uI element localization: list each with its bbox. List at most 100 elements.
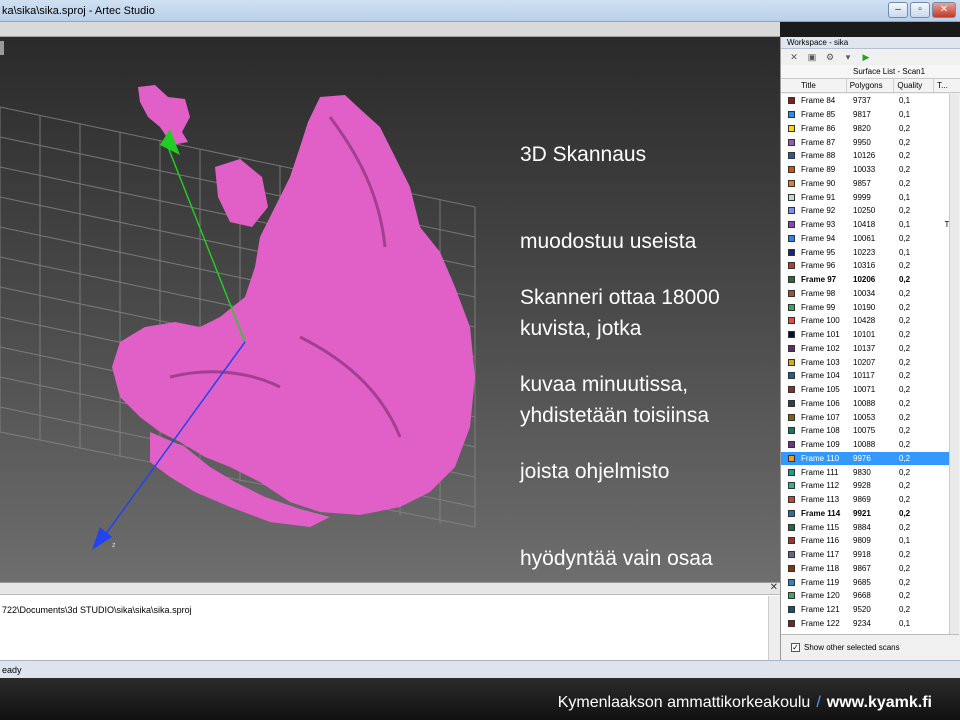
settings-icon[interactable]: ⚙	[823, 51, 837, 63]
minimize-button[interactable]: –	[888, 2, 908, 18]
list-item[interactable]: Frame 109 10088 0,2	[781, 438, 959, 452]
delete-icon[interactable]: ✕	[787, 51, 801, 63]
list-item[interactable]: Frame 84 9737 0,1	[781, 94, 959, 108]
list-item[interactable]: Frame 121 9520 0,2	[781, 603, 959, 617]
color-swatch[interactable]	[788, 399, 795, 407]
list-item[interactable]: Frame 103 10207 0,2	[781, 355, 959, 369]
color-swatch[interactable]	[788, 358, 795, 366]
list-item[interactable]: Frame 116 9809 0,1	[781, 534, 959, 548]
list-item[interactable]: Frame 106 10088 0,2	[781, 397, 959, 411]
color-swatch[interactable]	[788, 427, 795, 435]
frame-quality: 0,1	[899, 220, 911, 230]
column-title[interactable]: Title	[781, 79, 847, 92]
color-swatch[interactable]	[788, 496, 795, 504]
list-item[interactable]: Frame 85 9817 0,1	[781, 108, 959, 122]
list-item[interactable]: Frame 111 9830 0,2	[781, 465, 959, 479]
list-item[interactable]: Frame 88 10126 0,2	[781, 149, 959, 163]
list-item[interactable]: Frame 96 10316 0,2	[781, 259, 959, 273]
list-item[interactable]: Frame 97 10206 0,2	[781, 273, 959, 287]
list-item[interactable]: Frame 86 9820 0,2	[781, 122, 959, 136]
list-item[interactable]: Frame 108 10075 0,2	[781, 424, 959, 438]
surface-list[interactable]: Frame 84 9737 0,1 Frame 85 9817 0,1 Frame 86 98…	[781, 94, 959, 634]
color-swatch[interactable]	[788, 454, 795, 462]
list-item[interactable]: Frame 92 10250 0,2	[781, 204, 959, 218]
console-close-icon[interactable]: ✕	[770, 582, 778, 593]
color-swatch[interactable]	[788, 578, 795, 586]
color-swatch[interactable]	[788, 413, 795, 421]
color-swatch[interactable]	[788, 124, 795, 132]
list-item[interactable]: Frame 107 10053 0,2	[781, 410, 959, 424]
surface-list-scrollbar[interactable]	[949, 94, 959, 634]
list-item[interactable]: Frame 101 10101 0,2	[781, 328, 959, 342]
maximize-button[interactable]: ▫	[910, 2, 930, 18]
color-swatch[interactable]	[788, 317, 795, 325]
list-item[interactable]: Frame 90 9857 0,2	[781, 177, 959, 191]
close-button[interactable]: ✕	[932, 2, 956, 18]
column-quality[interactable]: Quality	[894, 79, 935, 92]
color-swatch[interactable]	[788, 207, 795, 215]
color-swatch[interactable]	[788, 138, 795, 146]
save-icon[interactable]: ▣	[805, 51, 819, 63]
color-swatch[interactable]	[788, 509, 795, 517]
color-swatch[interactable]	[788, 523, 795, 531]
list-item[interactable]: Frame 98 10034 0,2	[781, 287, 959, 301]
color-swatch[interactable]	[788, 606, 795, 614]
color-swatch[interactable]	[788, 331, 795, 339]
list-item[interactable]: Frame 122 9234 0,1	[781, 617, 959, 631]
list-item[interactable]: Frame 112 9928 0,2	[781, 479, 959, 493]
color-swatch[interactable]	[788, 248, 795, 256]
color-swatch[interactable]	[788, 482, 795, 490]
list-item[interactable]: Frame 99 10190 0,2	[781, 300, 959, 314]
list-item[interactable]: Frame 119 9685 0,2	[781, 575, 959, 589]
list-item[interactable]: Frame 94 10061 0,2	[781, 232, 959, 246]
footer-site-link[interactable]: www.kyamk.fi	[827, 694, 932, 711]
frame-title: Frame 90	[801, 178, 836, 188]
list-item[interactable]: Frame 115 9884 0,2	[781, 520, 959, 534]
color-swatch[interactable]	[788, 303, 795, 311]
column-t[interactable]: T...	[934, 79, 960, 92]
color-swatch[interactable]	[788, 344, 795, 352]
color-swatch[interactable]	[788, 289, 795, 297]
dropdown-chevron-icon[interactable]: ▾	[841, 51, 855, 63]
list-item[interactable]: Frame 95 10223 0,1	[781, 245, 959, 259]
show-other-scans-checkbox[interactable]: ✓	[791, 643, 800, 652]
list-item[interactable]: Frame 118 9867 0,2	[781, 562, 959, 576]
color-swatch[interactable]	[788, 234, 795, 242]
color-swatch[interactable]	[788, 551, 795, 559]
color-swatch[interactable]	[788, 111, 795, 119]
play-icon[interactable]: ▶	[859, 51, 873, 63]
list-item[interactable]: Frame 110 9976 0,2	[781, 451, 959, 466]
list-item[interactable]: Frame 105 10071 0,2	[781, 383, 959, 397]
list-item[interactable]: Frame 91 9999 0,1	[781, 190, 959, 204]
color-swatch[interactable]	[788, 386, 795, 394]
color-swatch[interactable]	[788, 619, 795, 627]
color-swatch[interactable]	[788, 97, 795, 105]
color-swatch[interactable]	[788, 166, 795, 174]
column-polygons[interactable]: Polygons	[847, 79, 895, 92]
list-item[interactable]: Frame 117 9918 0,2	[781, 548, 959, 562]
list-item[interactable]: Frame 87 9950 0,2	[781, 135, 959, 149]
color-swatch[interactable]	[788, 193, 795, 201]
color-swatch[interactable]	[788, 468, 795, 476]
color-swatch[interactable]	[788, 276, 795, 284]
list-item[interactable]: Frame 93 10418 0,1 T	[781, 218, 959, 232]
3d-viewport[interactable]: z 3D Skannaus muodostuu useista kuvista,…	[0, 37, 780, 582]
frame-quality: 0,2	[899, 178, 911, 188]
list-item[interactable]: Frame 114 9921 0,2	[781, 507, 959, 521]
list-item[interactable]: Frame 89 10033 0,2	[781, 163, 959, 177]
list-item[interactable]: Frame 120 9668 0,2	[781, 589, 959, 603]
color-swatch[interactable]	[788, 564, 795, 572]
list-item[interactable]: Frame 113 9869 0,2	[781, 493, 959, 507]
color-swatch[interactable]	[788, 372, 795, 380]
color-swatch[interactable]	[788, 537, 795, 545]
list-item[interactable]: Frame 104 10117 0,2	[781, 369, 959, 383]
color-swatch[interactable]	[788, 441, 795, 449]
color-swatch[interactable]	[788, 179, 795, 187]
color-swatch[interactable]	[788, 262, 795, 270]
console-scrollbar[interactable]	[768, 596, 780, 660]
color-swatch[interactable]	[788, 221, 795, 229]
color-swatch[interactable]	[788, 592, 795, 600]
list-item[interactable]: Frame 100 10428 0,2	[781, 314, 959, 328]
color-swatch[interactable]	[788, 152, 795, 160]
list-item[interactable]: Frame 102 10137 0,2	[781, 342, 959, 356]
